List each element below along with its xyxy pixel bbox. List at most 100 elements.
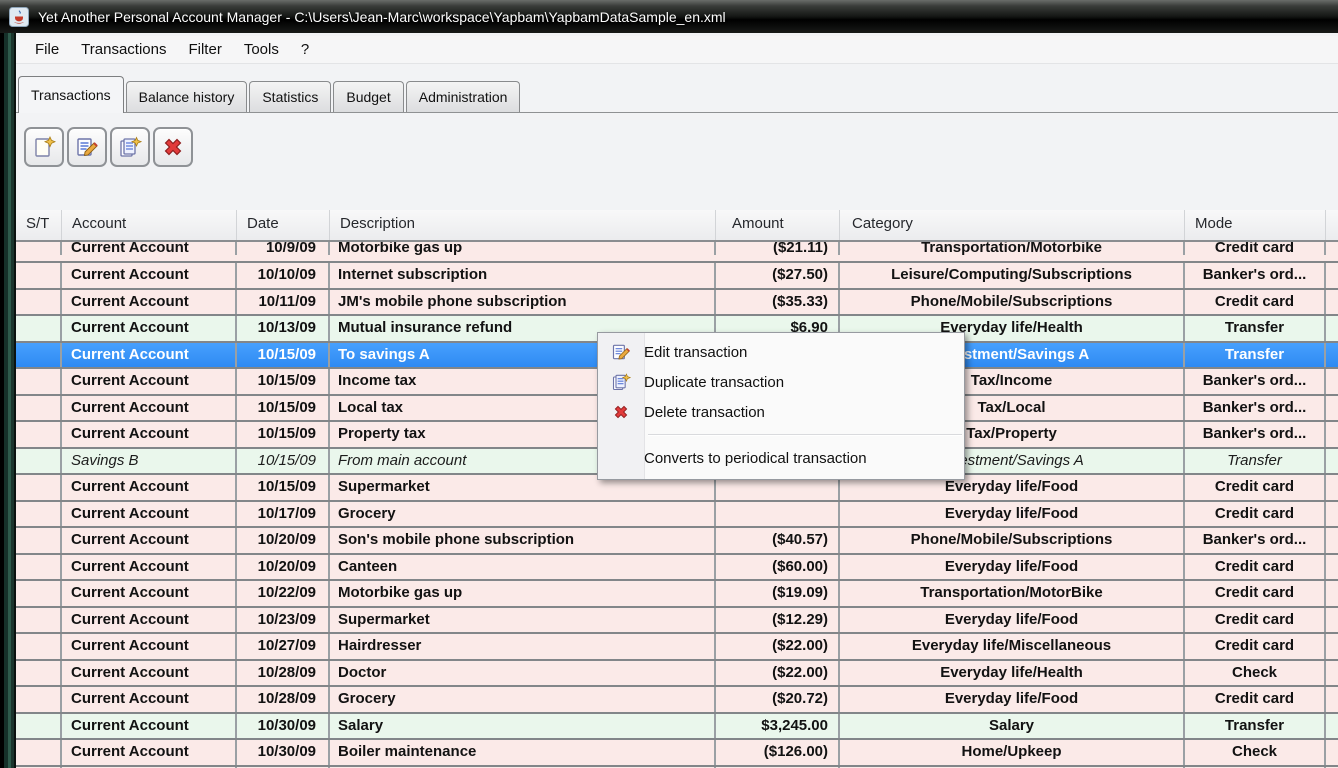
cell-category: Everyday life/Food (840, 555, 1185, 580)
edit-transaction-icon (598, 342, 644, 362)
application-window: Yet Another Personal Account Manager - C… (0, 0, 1338, 768)
context-menu-item-duplicate[interactable]: Duplicate transaction (598, 367, 964, 397)
cell-extra (1326, 528, 1338, 553)
cell-mode: Transfer (1185, 714, 1326, 739)
window-title: Yet Another Personal Account Manager - C… (38, 9, 726, 25)
cell-category: Phone/Mobile/Subscriptions (840, 290, 1185, 315)
cell-account: Current Account (62, 422, 237, 447)
title-bar[interactable]: Yet Another Personal Account Manager - C… (0, 0, 1338, 33)
cell-account: Current Account (62, 581, 237, 606)
new-transaction-icon (32, 135, 56, 159)
cell-amount: ($35.33) (716, 290, 840, 315)
table-row[interactable]: Current Account 10/17/09 Grocery Everyda… (16, 502, 1338, 529)
cell-date: 10/9/09 (237, 242, 330, 255)
cell-extra (1326, 396, 1338, 421)
menu-help[interactable]: ? (290, 38, 320, 61)
duplicate-transaction-button[interactable] (110, 127, 150, 167)
menu-transactions[interactable]: Transactions (70, 38, 177, 61)
cell-account: Current Account (62, 242, 237, 255)
cell-date: 10/15/09 (237, 475, 330, 500)
delete-transaction-icon (598, 403, 644, 421)
header-mode[interactable]: Mode (1185, 210, 1326, 240)
cell-st (16, 343, 62, 368)
cell-st (16, 687, 62, 712)
table-row[interactable]: Current Account 10/22/09 Motorbike gas u… (16, 581, 1338, 608)
context-menu-item-convert-periodical[interactable]: Converts to periodical transaction (598, 443, 964, 473)
delete-transaction-button[interactable] (153, 127, 193, 167)
table-row[interactable]: Current Account 10/30/09 Salary $3,245.0… (16, 714, 1338, 741)
new-transaction-button[interactable] (24, 127, 64, 167)
cell-account: Current Account (62, 608, 237, 633)
cell-date: 10/15/09 (237, 369, 330, 394)
cell-account: Current Account (62, 687, 237, 712)
cell-mode: Banker's ord... (1185, 369, 1326, 394)
context-menu-item-edit[interactable]: Edit transaction (598, 337, 964, 367)
cell-mode: Banker's ord... (1185, 528, 1326, 553)
tab-budget[interactable]: Budget (333, 81, 403, 112)
menu-tools[interactable]: Tools (233, 38, 290, 61)
cell-mode: Credit card (1185, 242, 1326, 255)
cell-st (16, 740, 62, 765)
cell-st (16, 316, 62, 341)
cell-date: 10/20/09 (237, 528, 330, 553)
cell-st (16, 502, 62, 527)
header-st[interactable]: S/T (16, 210, 62, 240)
menu-file[interactable]: File (24, 38, 70, 61)
tab-balance-history[interactable]: Balance history (126, 81, 248, 112)
table-row[interactable]: Current Account 10/30/09 Boiler maintena… (16, 740, 1338, 767)
table-row[interactable]: Current Account 10/20/09 Canteen ($60.00… (16, 555, 1338, 582)
cell-mode: Credit card (1185, 290, 1326, 315)
cell-date: 10/10/09 (237, 263, 330, 288)
context-menu-separator (648, 434, 962, 436)
context-menu-label: Converts to periodical transaction (644, 450, 867, 467)
cell-date: 10/28/09 (237, 687, 330, 712)
cell-st (16, 449, 62, 474)
header-amount[interactable]: Amount (716, 210, 840, 240)
cell-extra (1326, 449, 1338, 474)
cell-mode: Credit card (1185, 634, 1326, 659)
table-row[interactable]: Current Account 10/20/09 Son's mobile ph… (16, 528, 1338, 555)
tab-transactions[interactable]: Transactions (18, 76, 124, 113)
header-category[interactable]: Category (840, 210, 1185, 240)
cell-date: 10/15/09 (237, 449, 330, 474)
cell-date: 10/20/09 (237, 555, 330, 580)
cell-date: 10/15/09 (237, 343, 330, 368)
cell-st (16, 242, 62, 255)
cell-extra (1326, 502, 1338, 527)
cell-description: Salary (330, 714, 716, 739)
cell-mode: Banker's ord... (1185, 396, 1326, 421)
cell-amount: ($21.11) (716, 242, 840, 255)
table-row[interactable]: Current Account 10/9/09 Motorbike gas up… (16, 242, 1338, 263)
cell-description: JM's mobile phone subscription (330, 290, 716, 315)
cell-description: Motorbike gas up (330, 581, 716, 606)
cell-account: Current Account (62, 369, 237, 394)
cell-st (16, 634, 62, 659)
cell-description: Hairdresser (330, 634, 716, 659)
cell-account: Current Account (62, 263, 237, 288)
tab-administration[interactable]: Administration (406, 81, 521, 112)
cell-category: Home/Upkeep (840, 740, 1185, 765)
context-menu-item-delete[interactable]: Delete transaction (598, 397, 964, 427)
cell-date: 10/15/09 (237, 422, 330, 447)
cell-account: Savings B (62, 449, 237, 474)
context-menu-label: Duplicate transaction (644, 374, 784, 391)
cell-category: Salary (840, 714, 1185, 739)
table-row[interactable]: Current Account 10/28/09 Doctor ($22.00)… (16, 661, 1338, 688)
cell-extra (1326, 581, 1338, 606)
menu-filter[interactable]: Filter (177, 38, 232, 61)
table-row[interactable]: Current Account 10/11/09 JM's mobile pho… (16, 290, 1338, 317)
edit-transaction-button[interactable] (67, 127, 107, 167)
table-row[interactable]: Current Account 10/23/09 Supermarket ($1… (16, 608, 1338, 635)
header-account[interactable]: Account (62, 210, 237, 240)
delete-transaction-icon (161, 135, 185, 159)
table-row[interactable]: Current Account 10/28/09 Grocery ($20.72… (16, 687, 1338, 714)
tab-statistics[interactable]: Statistics (249, 81, 331, 112)
cell-date: 10/17/09 (237, 502, 330, 527)
table-row[interactable]: Current Account 10/27/09 Hairdresser ($2… (16, 634, 1338, 661)
table-row[interactable]: Current Account 10/10/09 Internet subscr… (16, 263, 1338, 290)
cell-account: Current Account (62, 555, 237, 580)
cell-category: Phone/Mobile/Subscriptions (840, 528, 1185, 553)
cell-amount (716, 502, 840, 527)
header-date[interactable]: Date (237, 210, 330, 240)
header-description[interactable]: Description (330, 210, 716, 240)
